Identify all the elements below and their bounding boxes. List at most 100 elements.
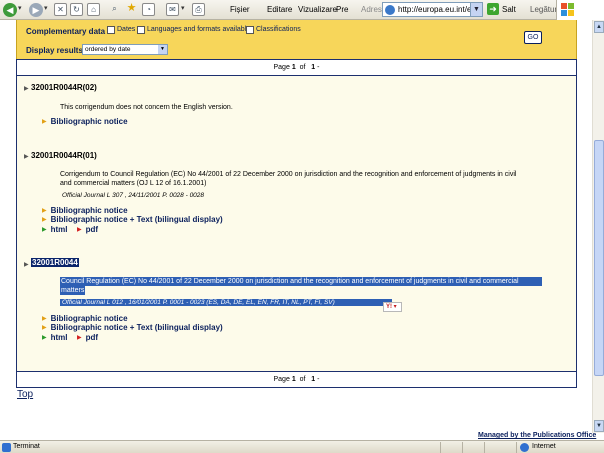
bullet-arrow-icon: ▶: [42, 325, 47, 331]
go-arrow-icon[interactable]: ➜: [487, 3, 499, 15]
status-text: Terminat: [13, 443, 40, 450]
pdf-link[interactable]: ▶ pdf: [77, 225, 98, 234]
bullet-arrow-icon: ▶: [42, 227, 47, 233]
display-results-label: Display results :: [26, 46, 88, 55]
favorites-icon[interactable]: ★: [125, 3, 138, 16]
back-icon[interactable]: ◀: [3, 3, 17, 17]
windows-logo: [556, 0, 604, 20]
go-button[interactable]: Salt: [502, 5, 516, 14]
classifications-label: Classifications: [256, 26, 301, 33]
classifications-checkbox[interactable]: [246, 26, 254, 34]
stop-icon[interactable]: ✕: [54, 3, 67, 16]
document-id[interactable]: 32001R0044R(01): [31, 151, 97, 160]
pager-current: 1: [291, 64, 296, 71]
back-dropdown-icon[interactable]: ▾: [18, 4, 22, 12]
expand-arrow-icon[interactable]: ▶: [24, 85, 29, 92]
display-results-select[interactable]: ordered by date ▼: [82, 44, 168, 55]
mail-dropdown-icon[interactable]: ▾: [181, 4, 185, 12]
pager-bottom: Page 1 of 1 -: [16, 371, 577, 388]
pager-of-label: of: [299, 64, 306, 71]
top-link[interactable]: Top: [17, 389, 33, 400]
scroll-up-icon[interactable]: ▲: [594, 21, 604, 33]
pager-of-label: of: [299, 376, 306, 383]
bullet-arrow-icon: ▶: [42, 208, 47, 214]
complementary-data-label: Complementary data :: [26, 27, 111, 36]
expand-arrow-icon[interactable]: ▶: [24, 153, 29, 160]
menu-file[interactable]: Fișier: [230, 5, 250, 14]
display-results-value: ordered by date: [85, 46, 131, 53]
languages-checkbox[interactable]: [137, 26, 145, 34]
pager-total: 1: [311, 376, 316, 383]
results-list: ▶ 32001R0044R(02) This corrigendum does …: [16, 76, 577, 371]
forward-dropdown-icon[interactable]: ▾: [44, 4, 48, 12]
print-icon[interactable]: ⎙: [192, 3, 205, 16]
dates-label: Dates: [117, 26, 136, 33]
internet-zone-icon: [520, 443, 529, 452]
document-title-line2: and commercial matters (OJ L 12 of 16.1.…: [60, 180, 207, 187]
document-title-line2: matters: [60, 286, 86, 295]
document-id[interactable]: 32001R0044: [31, 258, 79, 267]
page-icon: [385, 5, 395, 15]
pager-total: 1: [311, 64, 316, 71]
chevron-down-icon[interactable]: ▼: [158, 45, 167, 54]
status-divider: [462, 442, 463, 453]
pdf-link[interactable]: ▶ pdf: [77, 333, 98, 342]
menu-view[interactable]: Vizualizare: [298, 5, 337, 14]
html-link[interactable]: ▶ html: [42, 333, 68, 342]
dates-checkbox[interactable]: [107, 26, 115, 34]
bullet-arrow-icon: ▶: [42, 316, 47, 322]
yahoo-search-widget[interactable]: Y! ▾: [383, 302, 402, 312]
pager-current: 1: [291, 376, 296, 383]
menu-favorites[interactable]: Pre: [336, 5, 348, 14]
document-id[interactable]: 32001R0044R(02): [31, 83, 97, 92]
bullet-arrow-icon: ▶: [77, 335, 82, 341]
links-toolbar[interactable]: Legături: [530, 5, 559, 14]
document-title-line1: Council Regulation (EC) No 44/2001 of 22…: [60, 277, 542, 286]
mail-icon[interactable]: ✉: [166, 3, 179, 16]
browser-toolbar: ◀ ▾ ▶ ▾ ✕ ↻ ⌂ ⌕ ★ ◔ ✉ ▾ ⎙ Fișier Editare…: [0, 0, 604, 20]
official-journal-ref: Official Journal L 307 , 24/11/2001 P. 0…: [62, 192, 205, 199]
forward-icon[interactable]: ▶: [29, 3, 43, 17]
bibliographic-notice-link[interactable]: ▶ Bibliographic notice: [42, 117, 128, 126]
expand-arrow-icon[interactable]: ▶: [24, 261, 29, 268]
menu-edit[interactable]: Editare: [267, 5, 292, 14]
scroll-down-icon[interactable]: ▼: [594, 420, 604, 432]
bullet-arrow-icon: ▶: [42, 119, 47, 125]
bibliographic-notice-link[interactable]: ▶ Bibliographic notice: [42, 314, 128, 323]
address-dropdown-icon[interactable]: ▼: [470, 3, 482, 16]
bibliographic-notice-link[interactable]: ▶ Bibliographic notice: [42, 206, 128, 215]
bullet-arrow-icon: ▶: [77, 227, 82, 233]
bibliographic-text-link[interactable]: ▶ Bibliographic notice + Text (bilingual …: [42, 215, 223, 224]
pager-suffix: -: [317, 376, 320, 383]
address-input[interactable]: http://europa.eu.int/eur-le: [398, 5, 470, 14]
page-done-icon: [2, 443, 11, 452]
pager-top: Page 1 of 1 -: [16, 59, 577, 76]
status-divider: [440, 442, 441, 453]
address-bar[interactable]: http://europa.eu.int/eur-le ▼: [382, 2, 483, 17]
windows-flag-icon: [561, 3, 575, 16]
go-search-button[interactable]: GO: [524, 31, 542, 44]
security-zone-text: Internet: [532, 443, 556, 450]
status-bar: Terminat Internet: [0, 440, 604, 453]
languages-label: Languages and formats available: [147, 26, 251, 33]
official-journal-ref: Official Journal L 012 , 16/01/2001 P. 0…: [60, 299, 392, 306]
publications-office-link[interactable]: Managed by the Publications Office: [478, 432, 596, 439]
pager-page-label: Page: [273, 376, 290, 383]
search-criteria-panel: Complementary data : Dates Languages and…: [16, 20, 577, 60]
document-title: This corrigendum does not concern the En…: [60, 104, 233, 111]
search-icon[interactable]: ⌕: [108, 3, 121, 16]
html-link[interactable]: ▶ html: [42, 225, 68, 234]
refresh-icon[interactable]: ↻: [70, 3, 83, 16]
scroll-thumb[interactable]: [594, 140, 604, 376]
status-divider: [484, 442, 485, 453]
pager-page-label: Page: [273, 64, 290, 71]
vertical-scrollbar[interactable]: ▲ ▼: [592, 20, 604, 433]
pager-suffix: -: [317, 64, 320, 71]
history-icon[interactable]: ◔: [142, 3, 155, 16]
bibliographic-text-link[interactable]: ▶ Bibliographic notice + Text (bilingual …: [42, 323, 223, 332]
document-title-line1: Corrigendum to Council Regulation (EC) N…: [60, 171, 517, 178]
home-icon[interactable]: ⌂: [87, 3, 100, 16]
status-divider: [516, 442, 517, 453]
bullet-arrow-icon: ▶: [42, 217, 47, 223]
bullet-arrow-icon: ▶: [42, 335, 47, 341]
